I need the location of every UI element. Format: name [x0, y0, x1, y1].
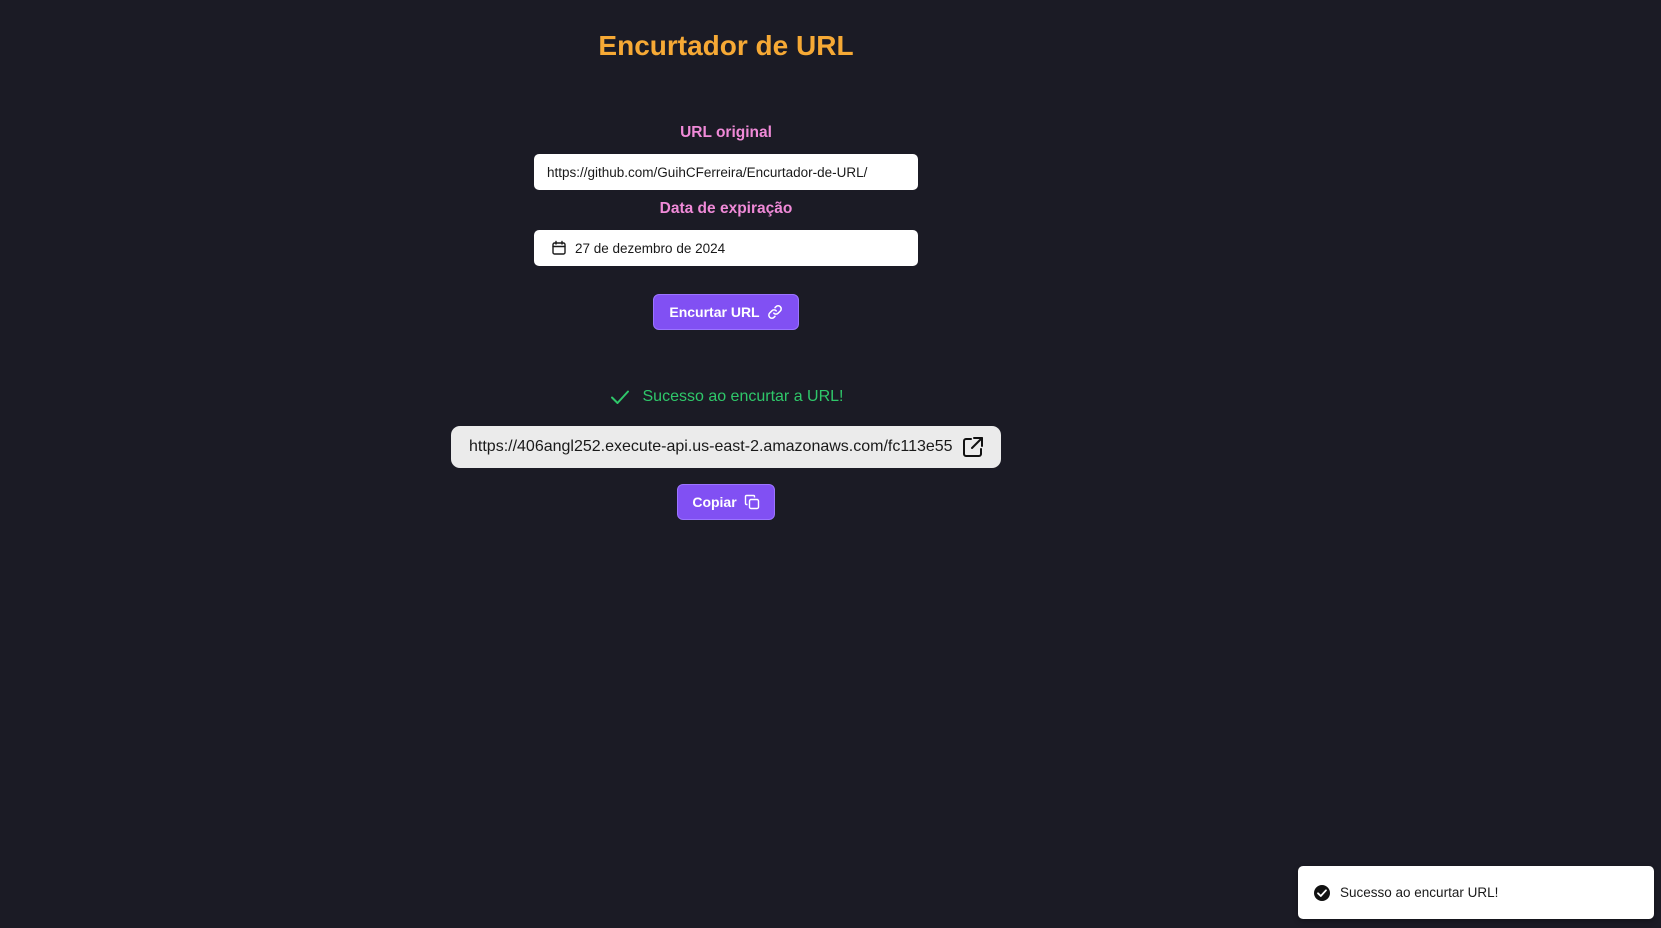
- app-root: Encurtador de URL URL original Data de e…: [0, 0, 1661, 928]
- expiration-date-label: Data de expiração: [659, 200, 793, 217]
- short-url-box: https://406angl252.execute-api.us-east-2…: [451, 426, 1001, 468]
- shorten-url-button-label: Encurtar URL: [669, 304, 760, 320]
- link-icon: [767, 304, 783, 320]
- copy-button-label: Copiar: [692, 494, 737, 510]
- external-link-icon[interactable]: [961, 435, 985, 459]
- success-toast[interactable]: Sucesso ao encurtar URL!: [1298, 866, 1654, 919]
- page-title: Encurtador de URL: [598, 30, 854, 61]
- expiration-date-value: 27 de dezembro de 2024: [575, 240, 726, 256]
- url-label: URL original: [680, 124, 772, 141]
- copy-icon: [744, 494, 760, 510]
- success-message-text: Sucesso ao encurtar a URL!: [642, 388, 844, 405]
- check-circle-icon: [1313, 884, 1331, 902]
- check-icon: [609, 386, 631, 408]
- copy-button[interactable]: Copiar: [677, 484, 775, 520]
- shorten-url-button[interactable]: Encurtar URL: [653, 294, 799, 330]
- short-url-text[interactable]: https://406angl252.execute-api.us-east-2…: [469, 438, 961, 456]
- calendar-icon: [551, 240, 567, 256]
- success-message: Sucesso ao encurtar a URL!: [0, 386, 1452, 408]
- expiration-date-picker[interactable]: 27 de dezembro de 2024: [534, 230, 918, 266]
- toast-message: Sucesso ao encurtar URL!: [1340, 885, 1499, 900]
- original-url-input[interactable]: [534, 154, 918, 190]
